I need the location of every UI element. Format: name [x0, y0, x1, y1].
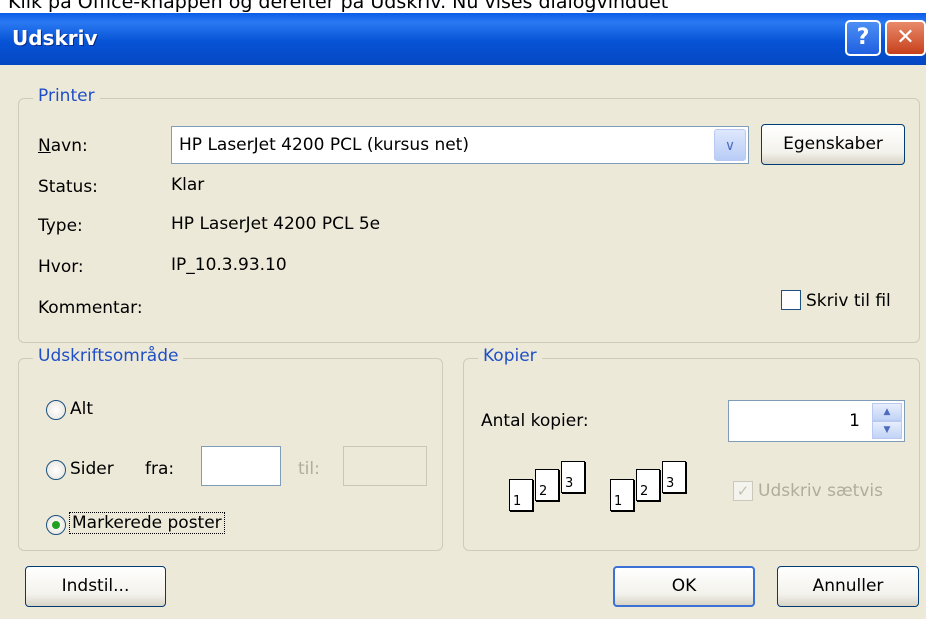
type-value: HP LaserJet 4200 PCL 5e: [171, 214, 381, 234]
collate-page: 2: [636, 469, 660, 501]
printer-name-select[interactable]: HP LaserJet 4200 PCL (kursus net) ∨: [171, 126, 749, 164]
properties-button[interactable]: Egenskaber: [761, 124, 905, 165]
print-dialog: Udskriv ? ✕ Printer Navn: HP LaserJet 42…: [0, 13, 926, 619]
print-range-legend: Udskriftsområde: [33, 346, 184, 366]
question-icon: ?: [856, 25, 870, 50]
cancel-button[interactable]: Annuller: [777, 566, 919, 607]
print-to-file-checkbox[interactable]: [781, 290, 801, 310]
status-label: Status:: [38, 177, 98, 197]
copies-count-stepper[interactable]: 1 ▲ ▼: [728, 400, 905, 442]
collate-checkbox[interactable]: ✓: [733, 481, 753, 501]
collate-page: 3: [662, 461, 686, 493]
spin-down-icon[interactable]: ▼: [872, 421, 902, 439]
collate-page: 1: [610, 479, 634, 511]
chevron-down-icon[interactable]: ∨: [714, 129, 746, 161]
from-label: fra:: [145, 459, 175, 479]
ok-button[interactable]: OK: [613, 566, 755, 607]
to-label: til:: [298, 459, 320, 479]
printer-name-label: Navn:: [38, 136, 88, 156]
collate-page: 1: [509, 479, 533, 511]
setup-button[interactable]: Indstil...: [25, 566, 166, 607]
radio-pages[interactable]: [46, 460, 66, 480]
radio-selection[interactable]: [46, 515, 66, 535]
type-label: Type:: [38, 216, 83, 236]
comment-label: Kommentar:: [38, 298, 143, 318]
close-icon: ✕: [896, 25, 915, 50]
from-field[interactable]: [201, 446, 281, 486]
radio-all-label[interactable]: Alt: [70, 399, 93, 419]
spin-up-icon[interactable]: ▲: [872, 403, 902, 421]
printer-group-legend: Printer: [33, 86, 100, 106]
where-value: IP_10.3.93.10: [171, 255, 287, 275]
to-field[interactable]: [343, 446, 427, 486]
where-label: Hvor:: [38, 257, 84, 277]
copies-count-value: 1: [849, 411, 860, 431]
copies-group: Kopier: [463, 346, 920, 551]
collate-page: 3: [561, 461, 585, 493]
copies-legend: Kopier: [478, 346, 542, 366]
print-to-file-label[interactable]: Skriv til fil: [806, 291, 891, 311]
radio-pages-label[interactable]: Sider: [70, 459, 114, 479]
collate-page: 2: [535, 469, 559, 501]
title-bar[interactable]: Udskriv ? ✕: [0, 13, 926, 65]
copies-count-label: Antal kopier:: [481, 411, 589, 431]
radio-selection-label[interactable]: Markerede poster: [69, 512, 225, 534]
window-title: Udskriv: [12, 26, 98, 50]
status-value: Klar: [171, 175, 205, 195]
close-button[interactable]: ✕: [885, 20, 926, 56]
collate-label[interactable]: Udskriv sætvis: [758, 481, 883, 501]
radio-all[interactable]: [46, 400, 66, 420]
printer-name-value: HP LaserJet 4200 PCL (kursus net): [179, 135, 469, 155]
instruction-caption: Klik på Office-knappen og derefter på Ud…: [8, 0, 669, 13]
help-button[interactable]: ?: [845, 20, 881, 56]
